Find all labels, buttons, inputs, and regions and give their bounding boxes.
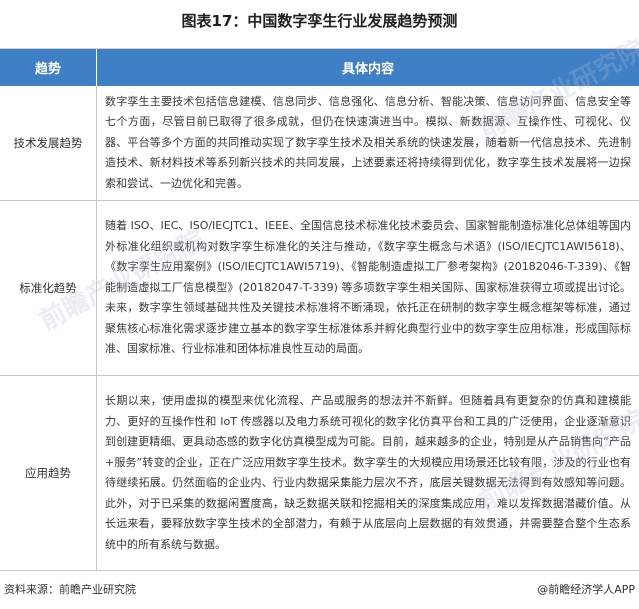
trend-content: 随着 ISO、IEC、ISO/IECJTC1、IEEE、全国信息技术标准化技术委… [97, 201, 639, 375]
trend-table: 趋势 具体内容 技术发展趋势 数字孪生主要技术包括信息建模、信息同步、信息强化、… [0, 48, 639, 571]
trend-content: 数字孪生主要技术包括信息建模、信息同步、信息强化、信息分析、智能决策、信息访问界… [97, 86, 639, 200]
trend-label: 技术发展趋势 [0, 86, 97, 200]
trend-label: 标准化趋势 [0, 201, 97, 375]
figure-title: 图表17：中国数字孪生行业发展趋势预测 [181, 11, 458, 30]
table-header: 趋势 具体内容 [0, 49, 639, 86]
source-note: 资料来源：前瞻产业研究院 [4, 583, 136, 596]
trend-content-text: 随着 ISO、IEC、ISO/IECJTC1、IEEE、全国信息技术标准化技术委… [105, 219, 631, 356]
trend-label: 应用趋势 [0, 376, 97, 570]
table-row: 标准化趋势 随着 ISO、IEC、ISO/IECJTC1、IEEE、全国信息技术… [0, 201, 639, 376]
trend-content-text: 长期以来，使用虚拟的模型来优化流程、产品或服务的想法并不新鲜。但随着具有更复杂的… [105, 394, 631, 551]
trend-content-text: 数字孪生主要技术包括信息建模、信息同步、信息强化、信息分析、智能决策、信息访问界… [105, 94, 631, 190]
trend-content: 长期以来，使用虚拟的模型来优化流程、产品或服务的想法并不新鲜。但随着具有更复杂的… [97, 376, 639, 570]
table-row: 应用趋势 长期以来，使用虚拟的模型来优化流程、产品或服务的想法并不新鲜。但随着具… [0, 376, 639, 571]
credit-note: @前瞻经济学人APP [537, 583, 635, 596]
header-content: 具体内容 [341, 62, 394, 77]
table-row: 技术发展趋势 数字孪生主要技术包括信息建模、信息同步、信息强化、信息分析、智能决… [0, 86, 639, 201]
footer: 资料来源：前瞻产业研究院 @前瞻经济学人APP [0, 578, 639, 600]
header-trend: 趋势 [0, 49, 97, 86]
